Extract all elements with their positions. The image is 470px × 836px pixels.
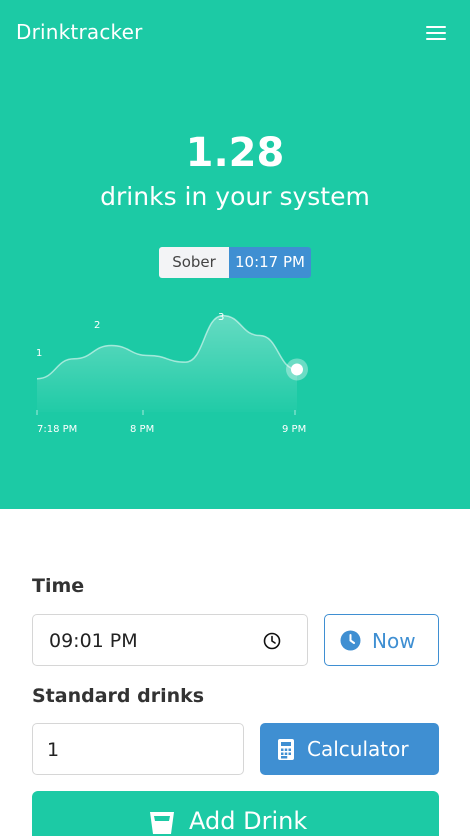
time-input[interactable]: 09:01 PM: [32, 614, 308, 666]
drinks-in-system-value: 1.28: [185, 130, 285, 176]
chart-area-fill: [37, 315, 297, 412]
standard-drinks-label: Standard drinks: [32, 685, 205, 707]
bac-chart: 7:18 PM 8 PM 9 PM 1 2 3: [36, 312, 308, 435]
time-label: Time: [32, 575, 85, 597]
drinks-in-system-caption: drinks in your system: [100, 182, 370, 211]
clock-icon[interactable]: [263, 632, 281, 650]
calculator-button[interactable]: Calculator: [260, 723, 439, 775]
chart-annotation-label: 3: [218, 312, 224, 323]
add-drink-button-label: Add Drink: [189, 807, 308, 835]
now-button[interactable]: Now: [324, 614, 439, 666]
clock-filled-icon: [340, 630, 361, 651]
standard-drinks-input[interactable]: 1: [32, 723, 244, 775]
add-drink-form: Time 09:01 PM Now Standard drinks 1 Calc…: [0, 509, 470, 836]
time-input-value: 09:01 PM: [49, 630, 138, 652]
x-tick-label: 8 PM: [130, 424, 154, 435]
standard-drinks-value: 1: [47, 739, 60, 761]
glass-icon: [150, 812, 174, 834]
add-drink-button[interactable]: Add Drink: [32, 791, 439, 836]
hero-section: Drinktracker 1.28 drinks in your system …: [0, 0, 470, 509]
sober-time-toggle: Sober 10:17 PM: [159, 247, 311, 278]
now-button-label: Now: [372, 629, 416, 653]
calculator-button-label: Calculator: [307, 737, 409, 761]
chart-annotation-label: 1: [36, 348, 42, 359]
chart-annotation-label: 2: [94, 320, 100, 331]
calculator-icon: [278, 739, 294, 760]
x-tick-label: 9 PM: [282, 424, 306, 435]
app-brand[interactable]: Drinktracker: [16, 20, 143, 44]
sober-toggle-option[interactable]: Sober: [159, 247, 229, 278]
hamburger-menu-icon[interactable]: [424, 22, 448, 44]
time-toggle-option[interactable]: 10:17 PM: [229, 247, 311, 278]
x-tick-label: 7:18 PM: [37, 424, 77, 435]
chart-current-point[interactable]: [291, 363, 303, 376]
